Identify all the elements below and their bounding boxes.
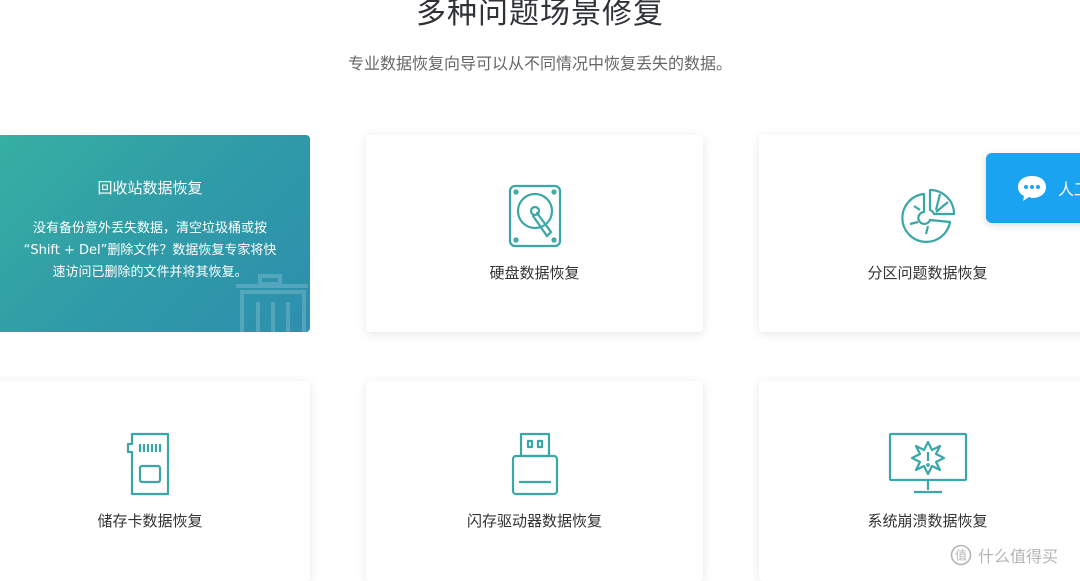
- chat-bubble-icon: [1018, 176, 1046, 201]
- watermark-text: 什么值得买: [978, 547, 1059, 566]
- system-crash-monitor-icon: [888, 432, 967, 493]
- watermark: 值 什么值得买: [950, 543, 1058, 567]
- card-hard-disk-recovery[interactable]: 硬盘数据恢复: [366, 135, 703, 332]
- chat-button[interactable]: 人工: [986, 153, 1080, 223]
- page-title: 多种问题场景修复: [416, 0, 664, 31]
- card-label: 闪存驱动器数据恢复: [466, 511, 602, 530]
- sd-card-icon: [126, 432, 170, 495]
- svg-text:值: 值: [955, 548, 967, 563]
- chat-label: 人工: [1058, 180, 1080, 199]
- page-subtitle: 专业数据恢复向导可以从不同情况中恢复丢失的数据。: [347, 54, 732, 73]
- card-label: 储存卡数据恢复: [97, 511, 203, 530]
- card-usb-drive-recovery[interactable]: 闪存驱动器数据恢复: [366, 381, 703, 581]
- hard-disk-icon: [508, 184, 561, 248]
- partition-pie-icon: [900, 188, 955, 243]
- usb-drive-icon: [511, 432, 558, 495]
- trash-bin-icon: [236, 274, 308, 332]
- card-label: 硬盘数据恢复: [489, 264, 580, 282]
- card-label: 回收站数据恢复: [97, 179, 203, 197]
- smzdm-logo-icon: 值: [950, 544, 972, 566]
- card-label: 分区问题数据恢复: [867, 264, 988, 282]
- card-sd-card-recovery[interactable]: 储存卡数据恢复: [0, 381, 310, 581]
- card-label: 系统崩溃数据恢复: [867, 511, 988, 530]
- card-recycle-bin-recovery[interactable]: 回收站数据恢复 没有备份意外丢失数据，清空垃圾桶或按 “Shift + Del”…: [0, 135, 310, 332]
